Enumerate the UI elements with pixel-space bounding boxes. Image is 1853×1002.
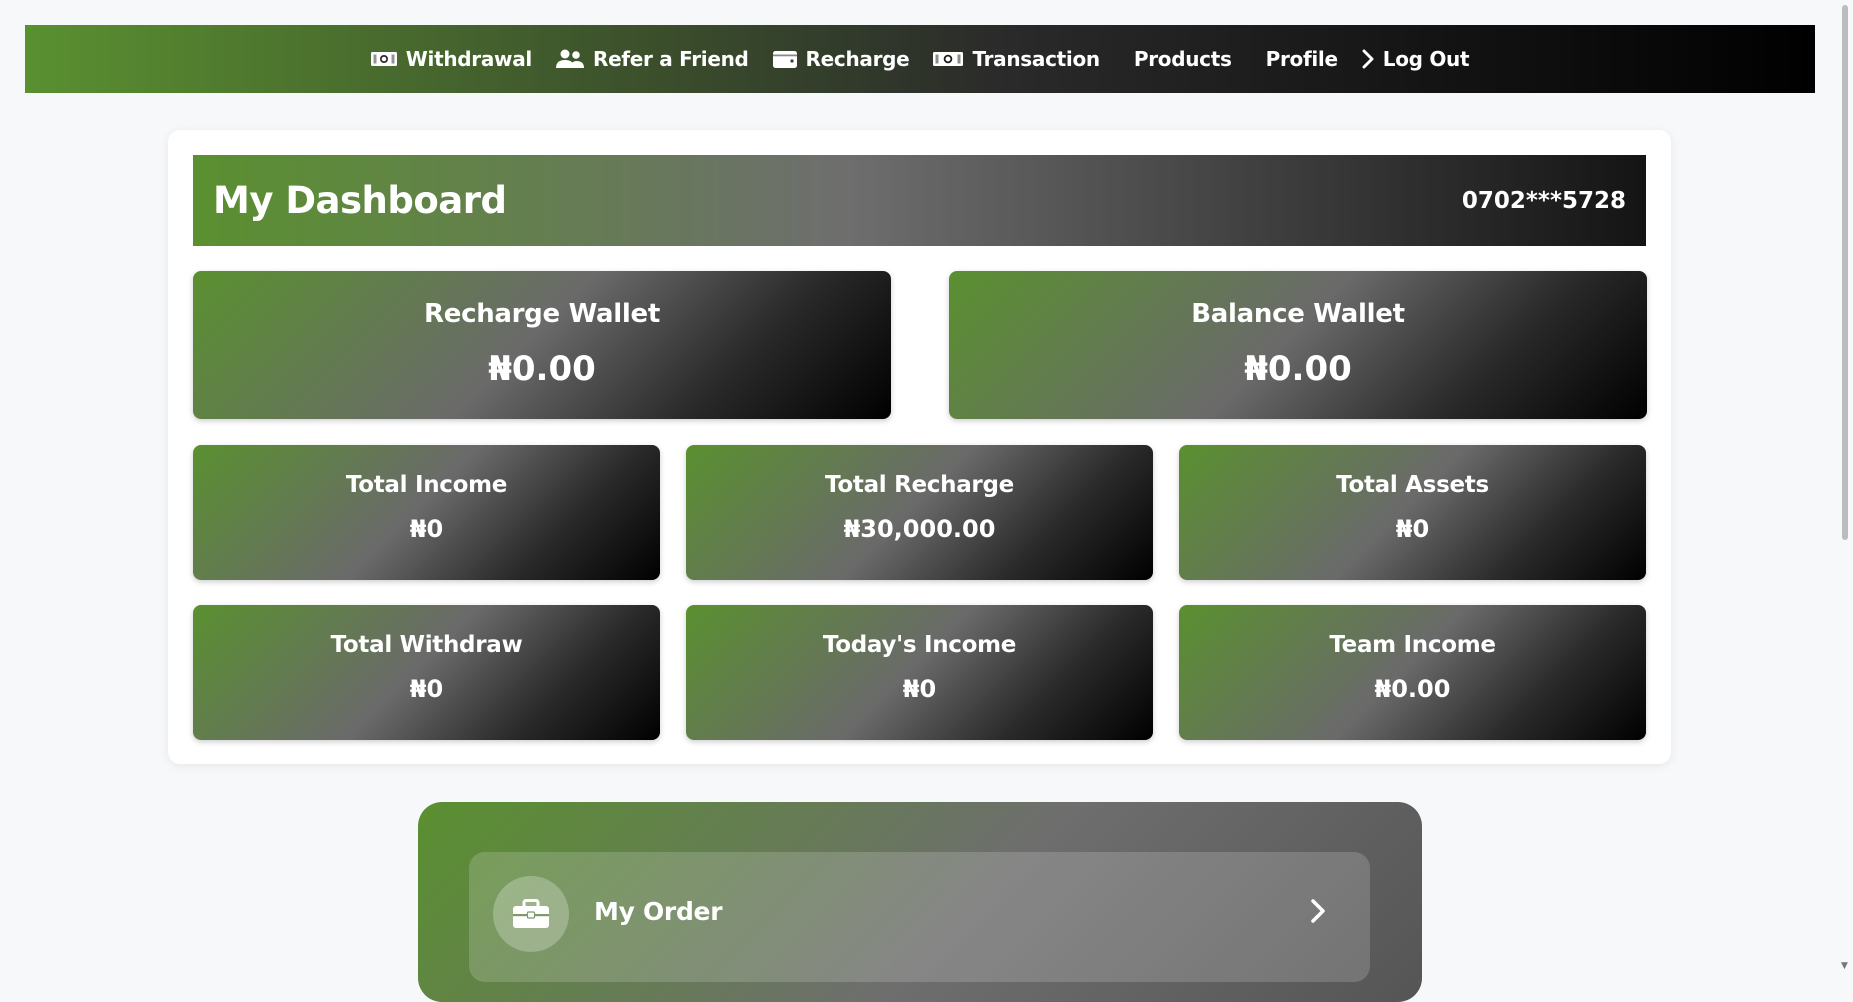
my-order-label: My Order: [594, 897, 723, 926]
total-income-card: Total Income ₦0: [193, 445, 660, 580]
money-bill-icon: [370, 50, 397, 68]
order-panel: My Order: [418, 802, 1422, 1002]
nav-products-label: Products: [1133, 47, 1232, 71]
users-icon: [556, 49, 584, 69]
stat-label: Total Recharge: [825, 472, 1014, 498]
stat-value: ₦0: [409, 515, 444, 543]
balance-wallet-label: Balance Wallet: [1191, 299, 1405, 329]
money-bill-icon: [933, 50, 964, 68]
nav-transaction-label: Transaction: [972, 47, 1100, 71]
total-withdraw-card: Total Withdraw ₦0: [193, 605, 660, 740]
nav-withdrawal[interactable]: Withdrawal: [370, 47, 533, 71]
nav-withdrawal-label: Withdrawal: [405, 47, 533, 71]
stat-value: ₦0: [902, 675, 937, 703]
stat-value: ₦30,000.00: [843, 515, 996, 543]
stat-value: ₦0: [409, 675, 444, 703]
total-assets-card: Total Assets ₦0: [1179, 445, 1646, 580]
user-phone: 0702***5728: [1461, 187, 1626, 214]
stat-label: Total Assets: [1336, 472, 1489, 498]
stat-label: Team Income: [1329, 632, 1496, 658]
dashboard-panel: My Dashboard 0702***5728 Recharge Wallet…: [168, 130, 1671, 764]
page-title: My Dashboard: [213, 179, 507, 222]
briefcase-icon: [513, 899, 549, 928]
stat-value: ₦0: [1395, 515, 1430, 543]
team-income-card: Team Income ₦0.00: [1179, 605, 1646, 740]
my-order-row[interactable]: My Order: [469, 852, 1370, 982]
wallet-icon: [772, 49, 797, 69]
nav-refer-friend-label: Refer a Friend: [593, 47, 749, 71]
stat-label: Today's Income: [822, 632, 1017, 658]
recharge-wallet-value: ₦0.00: [488, 349, 596, 389]
nav-recharge-label: Recharge: [805, 47, 910, 71]
nav-transaction[interactable]: Transaction: [933, 47, 1100, 71]
total-recharge-card: Total Recharge ₦30,000.00: [686, 445, 1153, 580]
nav-recharge[interactable]: Recharge: [772, 47, 910, 71]
order-icon-circle: [493, 876, 569, 952]
stat-label: Total Withdraw: [330, 632, 523, 658]
page-scrollbar[interactable]: ▼: [1837, 0, 1853, 973]
stat-label: Total Income: [345, 472, 508, 498]
recharge-wallet-card: Recharge Wallet ₦0.00: [193, 271, 891, 419]
nav-refer-friend[interactable]: Refer a Friend: [556, 47, 749, 71]
balance-wallet-value: ₦0.00: [1244, 349, 1352, 389]
recharge-wallet-label: Recharge Wallet: [424, 299, 660, 329]
todays-income-card: Today's Income ₦0: [686, 605, 1153, 740]
nav-profile-label: Profile: [1265, 47, 1338, 71]
dashboard-header: My Dashboard 0702***5728: [193, 155, 1646, 246]
nav-logout-label: Log Out: [1382, 47, 1470, 71]
scroll-down-icon[interactable]: ▼: [1841, 961, 1848, 971]
chevron-right-icon: [1310, 898, 1326, 928]
balance-wallet-card: Balance Wallet ₦0.00: [949, 271, 1647, 419]
nav-logout[interactable]: Log Out: [1362, 47, 1470, 71]
scrollbar-thumb[interactable]: [1842, 5, 1848, 540]
top-navbar: Withdrawal Refer a Friend Recharge Trans…: [25, 25, 1815, 93]
nav-products[interactable]: Products: [1134, 47, 1232, 71]
chevron-right-icon: [1362, 49, 1374, 69]
nav-profile[interactable]: Profile: [1266, 47, 1338, 71]
stat-value: ₦0.00: [1374, 675, 1451, 703]
